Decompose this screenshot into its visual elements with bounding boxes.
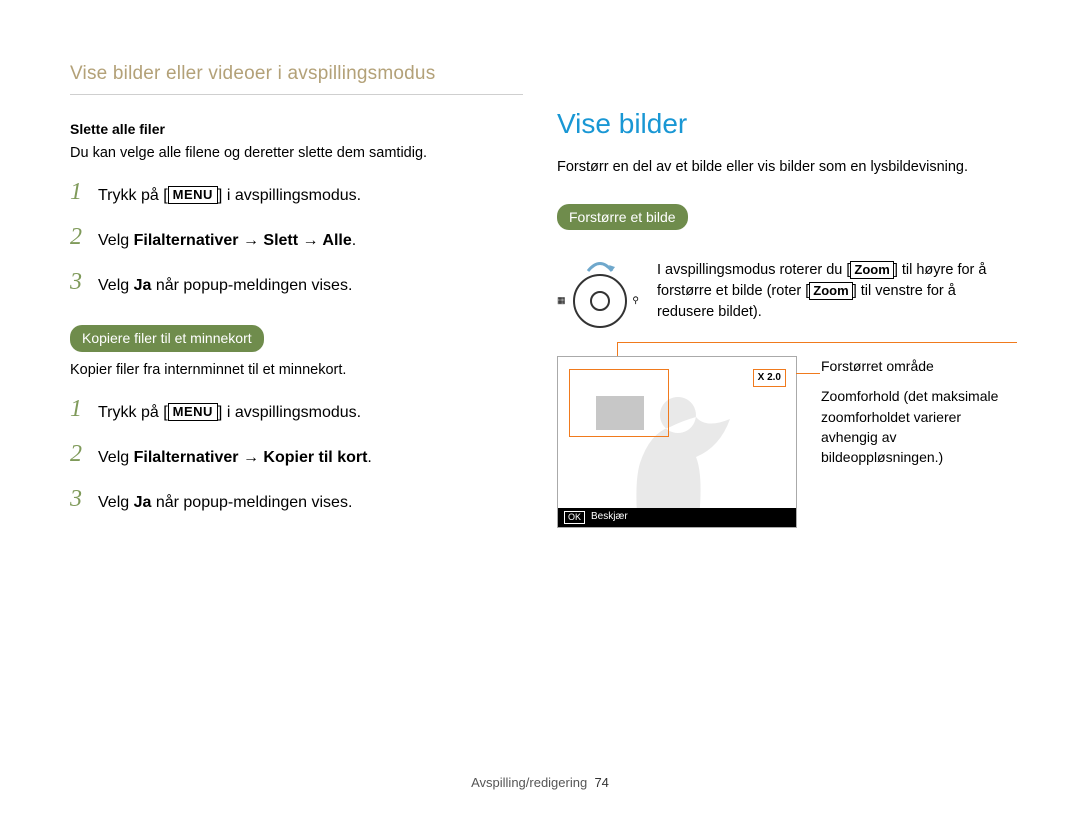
step-text: Trykk på [ xyxy=(98,404,168,421)
callout-zoom-ratio: Zoomforhold (det maksimale zoomforholdet… xyxy=(821,386,1010,467)
callout-enlarged-area: Forstørret område xyxy=(821,356,1010,376)
page-footer: Avspilling/redigering 74 xyxy=(0,774,1080,793)
step-text: Velg xyxy=(98,449,134,466)
zoom-text: I avspillingsmodus roterer du [Zoom] til… xyxy=(657,260,1010,328)
step-bold: Ja xyxy=(134,494,152,511)
step-bold: Filalternativer → Slett → Alle xyxy=(134,232,352,249)
zoom-dial-icon: ▦ ⚲ xyxy=(573,274,627,328)
step-text: når popup-meldingen vises. xyxy=(151,277,352,294)
step-text: Velg xyxy=(98,232,134,249)
focus-rectangle xyxy=(569,369,669,437)
zoom-ratio-badge: X 2.0 xyxy=(753,369,786,388)
step-bold: Filalternativer → Kopier til kort xyxy=(134,449,368,466)
dial-left-icon: ▦ xyxy=(557,296,566,305)
ok-label: OK xyxy=(564,511,585,524)
step-text: ] i avspillingsmodus. xyxy=(218,404,361,421)
leader-line xyxy=(796,373,820,374)
menu-button-label: MENU xyxy=(168,403,218,421)
zoom-key-label: Zoom xyxy=(809,282,852,300)
leader-line xyxy=(617,342,618,356)
copy-heading-pill: Kopiere filer til et minnekort xyxy=(70,325,264,351)
step-1: Trykk på [MENU] i avspillingsmodus. xyxy=(70,180,523,207)
enlarge-heading-pill: Forstørre et bilde xyxy=(557,204,688,230)
step-1: Trykk på [MENU] i avspillingsmodus. xyxy=(70,397,523,424)
step-3: Velg Ja når popup-meldingen vises. xyxy=(70,487,523,514)
menu-button-label: MENU xyxy=(168,186,218,204)
preview-action-bar: OK Beskjær xyxy=(558,508,796,527)
running-head: Vise bilder eller videoer i avspillingsm… xyxy=(70,60,523,88)
zoom-instruction: ▦ ⚲ I avspillingsmodus roterer du [Zoom]… xyxy=(557,260,1010,328)
steps-delete: Trykk på [MENU] i avspillingsmodus. Velg… xyxy=(70,180,523,298)
copy-text: Kopier filer fra internminnet til et min… xyxy=(70,360,523,381)
crop-label: Beskjær xyxy=(591,510,628,525)
image-preview: X 2.0 OK Beskjær xyxy=(557,356,797,528)
leader-line xyxy=(617,342,1017,343)
head-rule xyxy=(70,94,523,95)
step-text: ] i avspillingsmodus. xyxy=(218,187,361,204)
focus-thumbnail xyxy=(596,396,644,430)
step-text: . xyxy=(352,232,356,249)
step-text: Velg xyxy=(98,277,134,294)
step-text: Trykk på [ xyxy=(98,187,168,204)
rotate-arrow-icon xyxy=(585,260,615,272)
section-title: Vise bilder xyxy=(557,104,1010,145)
step-bold: Ja xyxy=(134,277,152,294)
steps-copy: Trykk på [MENU] i avspillingsmodus. Velg… xyxy=(70,397,523,515)
dial-right-icon: ⚲ xyxy=(632,296,639,305)
zoom-key-label: Zoom xyxy=(850,261,893,279)
delete-all-text: Du kan velge alle filene og deretter sle… xyxy=(70,143,523,164)
step-text: Velg xyxy=(98,494,134,511)
step-2: Velg Filalternativer → Slett → Alle. xyxy=(70,225,523,252)
intro-text: Forstørr en del av et bilde eller vis bi… xyxy=(557,157,1010,178)
step-text: når popup-meldingen vises. xyxy=(151,494,352,511)
step-2: Velg Filalternativer → Kopier til kort. xyxy=(70,442,523,469)
delete-all-heading: Slette alle filer xyxy=(70,119,523,139)
step-text: . xyxy=(367,449,371,466)
page-number: 74 xyxy=(594,775,608,790)
footer-section: Avspilling/redigering xyxy=(471,775,587,790)
step-3: Velg Ja når popup-meldingen vises. xyxy=(70,270,523,297)
